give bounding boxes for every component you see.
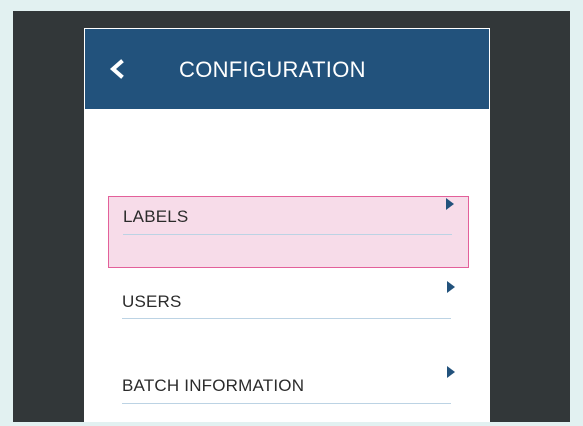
caret-right-icon (447, 281, 455, 293)
menu-item-batch-information[interactable]: BATCH INFORMATION (108, 366, 469, 422)
menu-item-divider (123, 234, 452, 235)
menu-item-label: LABELS (123, 207, 189, 226)
page-title: CONFIGURATION (179, 57, 366, 82)
chevron-left-icon[interactable] (108, 58, 126, 80)
caret-right-icon (447, 366, 455, 378)
caret-right-icon (446, 198, 454, 210)
menu-item-label: BATCH INFORMATION (122, 376, 305, 395)
menu-item-users[interactable]: USERS (108, 281, 469, 353)
chevron-left-shape (109, 59, 124, 79)
menu-item-labels[interactable]: LABELS (108, 196, 469, 268)
header-bar: CONFIGURATION (85, 29, 489, 109)
menu-item-divider (122, 403, 451, 404)
menu-item-label: USERS (122, 292, 182, 311)
menu-item-divider (122, 318, 451, 319)
configuration-screen: CONFIGURATION LABELS USERS BATCH INFORMA… (84, 28, 490, 422)
